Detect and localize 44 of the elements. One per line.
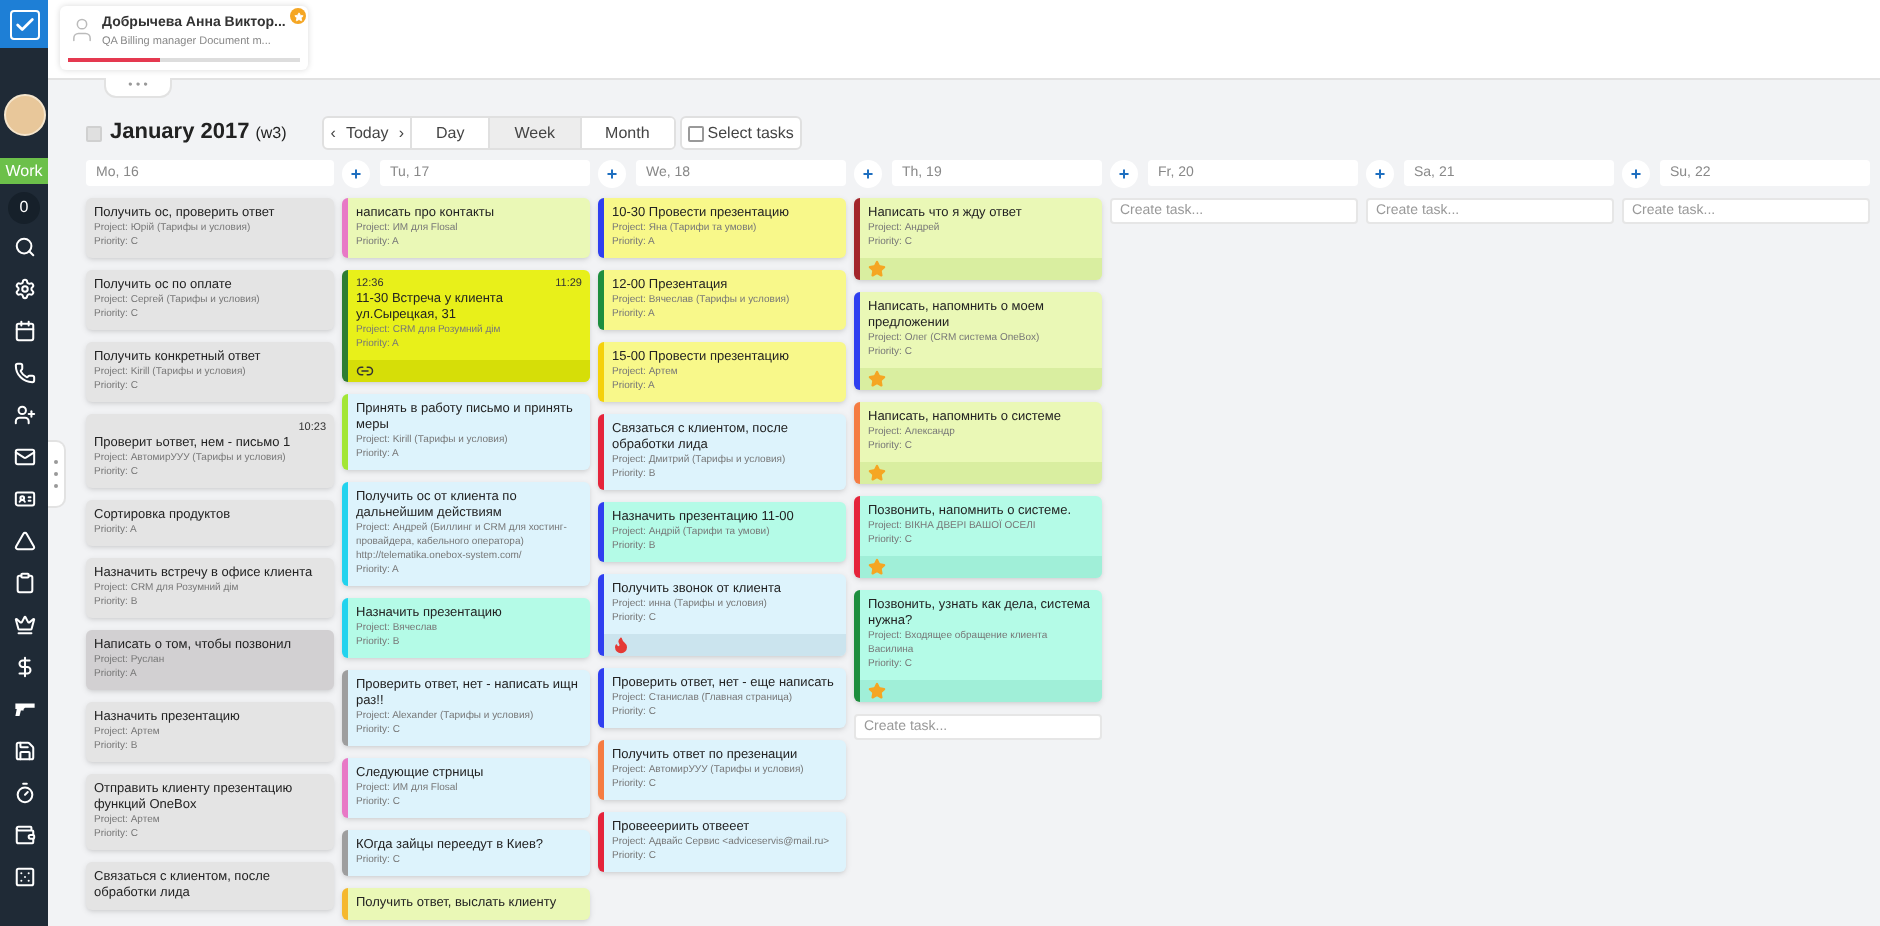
star-icon[interactable] (868, 464, 886, 482)
star-icon[interactable] (868, 370, 886, 388)
add-task-button[interactable]: + (1110, 159, 1138, 187)
phone-icon[interactable] (13, 362, 35, 384)
counter-badge[interactable]: 0 (8, 192, 40, 224)
add-task-button[interactable]: + (342, 159, 370, 187)
select-tasks-button[interactable]: Select tasks (679, 116, 802, 150)
view-tab[interactable]: Week (488, 118, 580, 148)
favorite-badge (290, 8, 306, 24)
checkbox[interactable] (687, 125, 704, 141)
week-number: (w3) (255, 121, 287, 145)
month-title: January 2017 (110, 118, 250, 149)
wallet-icon[interactable] (13, 824, 35, 846)
search-icon[interactable] (13, 236, 35, 258)
view-tab[interactable]: Month (579, 118, 674, 148)
add-task-button[interactable]: + (1622, 159, 1650, 187)
add-task-button[interactable]: + (1366, 159, 1394, 187)
dollar-icon[interactable] (13, 656, 35, 678)
star-icon[interactable] (868, 682, 886, 700)
star-icon[interactable] (868, 558, 886, 576)
crown-icon[interactable] (13, 614, 35, 636)
add-task-button[interactable]: + (854, 159, 882, 187)
stopwatch-icon[interactable] (13, 782, 35, 804)
mail-icon[interactable] (13, 446, 35, 468)
triangle-icon[interactable] (13, 530, 35, 552)
select-all-checkbox[interactable] (86, 125, 102, 141)
app-logo[interactable] (9, 9, 39, 39)
user-icon (68, 14, 96, 46)
link-icon[interactable] (356, 362, 374, 380)
today-button[interactable]: Today (341, 118, 393, 148)
pistol-icon[interactable] (13, 698, 35, 720)
next-button[interactable]: › (392, 118, 410, 148)
star-icon[interactable] (868, 260, 886, 278)
avatar[interactable] (3, 94, 45, 136)
settings-icon[interactable] (13, 278, 35, 300)
clipboard-icon[interactable] (13, 572, 35, 594)
id-card-icon[interactable] (13, 488, 35, 510)
dice-icon[interactable] (13, 866, 35, 888)
user-plus-icon[interactable] (13, 404, 35, 426)
floppy-icon[interactable] (13, 740, 35, 762)
calendar-icon[interactable] (13, 320, 35, 342)
side-handle[interactable] (48, 440, 66, 508)
add-task-button[interactable]: + (598, 159, 626, 187)
previous-button[interactable]: ‹ (324, 118, 342, 148)
